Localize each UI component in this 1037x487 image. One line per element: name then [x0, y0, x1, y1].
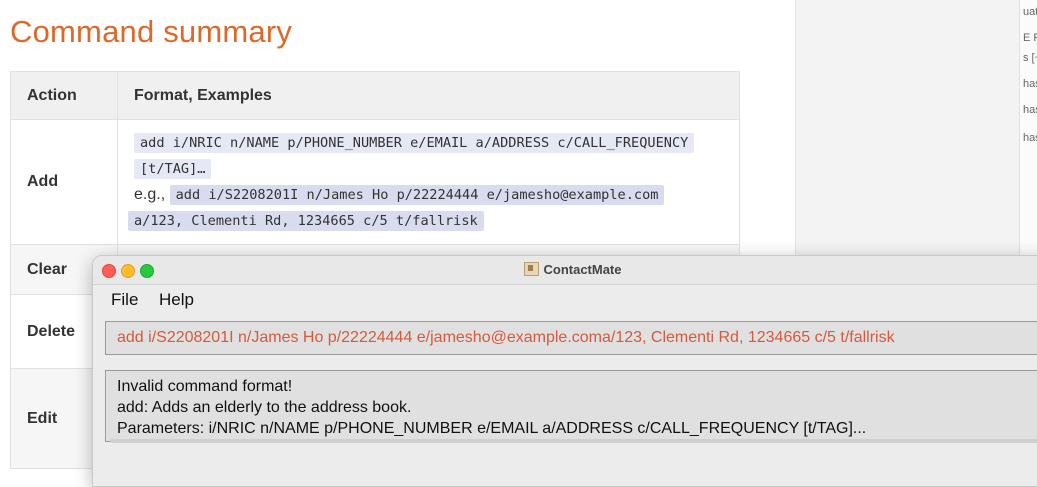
side-fragment: E PI — [1023, 32, 1037, 44]
result-display[interactable]: Invalid command format! add: Adds an eld… — [105, 370, 1037, 442]
format-code-line1: add i/NRIC n/NAME p/PHONE_NUMBER e/EMAIL… — [134, 133, 695, 153]
format-cell-add: add i/NRIC n/NAME p/PHONE_NUMBER e/EMAIL… — [117, 119, 740, 245]
side-fragment: has — [1023, 78, 1037, 90]
result-line: Parameters: i/NRIC n/NAME p/PHONE_NUMBER… — [117, 420, 867, 437]
window-titlebar[interactable]: ContactMate — [93, 256, 1037, 285]
menu-file[interactable]: File — [111, 290, 138, 310]
result-line: add: Adds an elderly to the address book… — [117, 399, 412, 416]
format-code-line2: [t/TAG]… — [134, 159, 212, 179]
menu-help[interactable]: Help — [159, 290, 194, 310]
window-title-text: ContactMate — [543, 262, 622, 277]
side-fragment: has — [1023, 132, 1037, 144]
result-line: Invalid command format! — [117, 378, 293, 395]
table-header-row: Action Format, Examples — [10, 71, 740, 120]
example-code-line1: add i/S2208201I n/James Ho p/22224444 e/… — [169, 185, 665, 205]
page-title: Command summary — [10, 14, 293, 49]
header-action: Action — [10, 71, 118, 120]
menu-bar: File Help — [93, 285, 1037, 315]
eg-label: e.g., — [134, 186, 166, 203]
result-horizontal-scrollbar[interactable] — [110, 439, 1037, 443]
action-cell-add: Add — [10, 119, 118, 245]
window-title: ContactMate — [93, 262, 1037, 277]
header-format: Format, Examples — [117, 71, 740, 120]
contactmate-window: ContactMate File Help add i/S2208201I n/… — [92, 255, 1037, 487]
side-fragment: has — [1023, 104, 1037, 116]
app-icon — [524, 262, 540, 276]
side-fragment: s [~ — [1023, 52, 1037, 64]
table-row: Add add i/NRIC n/NAME p/PHONE_NUMBER e/E… — [10, 119, 740, 245]
side-fragment: uat — [1023, 6, 1037, 18]
example-code-line2: a/123, Clementi Rd, 1234665 c/5 t/fallri… — [128, 211, 484, 231]
command-input[interactable]: add i/S2208201I n/James Ho p/22224444 e/… — [105, 321, 1037, 355]
